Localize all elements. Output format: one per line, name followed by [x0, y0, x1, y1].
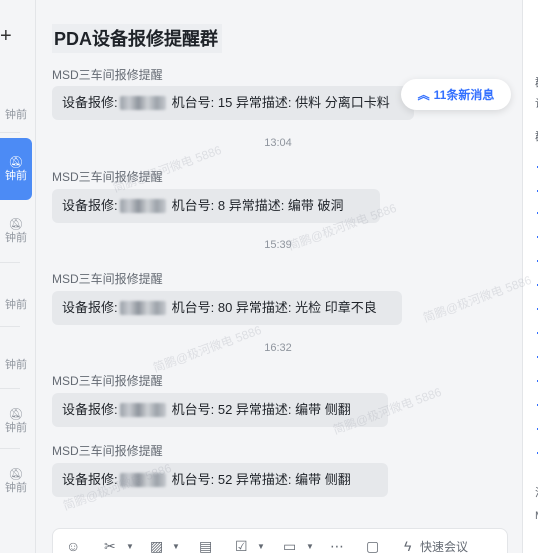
conversation-time: 钟前: [5, 482, 27, 494]
mute-bell-icon: 🔕︎: [8, 467, 24, 481]
chat-title[interactable]: PDA设备报修提醒群: [52, 24, 223, 53]
watermark: 简鹏@极河微电 5886: [421, 272, 534, 326]
time-separator: 15:39: [264, 239, 292, 251]
message-sender[interactable]: MSD三车间报修提醒: [52, 168, 163, 185]
mute-bell-icon: 🔕︎: [8, 155, 24, 169]
message-text: 设备报修:: [62, 472, 118, 487]
message-text: 机台号: 8 异常描述: 编带 破洞: [171, 198, 344, 213]
add-icon[interactable]: +: [0, 22, 14, 50]
image-icon[interactable]: ▨: [150, 538, 163, 553]
chevron-down-icon[interactable]: ▼: [172, 542, 180, 551]
mute-bell-icon: 🔕︎: [8, 217, 24, 231]
emoji-icon[interactable]: ☺: [66, 538, 80, 553]
conversation-time: 钟前: [5, 170, 27, 182]
message-sender[interactable]: MSD三车间报修提醒: [52, 270, 163, 287]
redacted-name: [119, 472, 166, 487]
conversation-item[interactable]: 🔕︎ 钟前: [0, 450, 32, 512]
chevron-down-icon[interactable]: ▼: [306, 542, 314, 551]
message-text: 机台号: 15 异常描述: 供料 分离口卡料: [171, 95, 390, 110]
conversation-item[interactable]: 钟前: [0, 334, 32, 396]
conversation-list-strip: + 钟前 🔕︎ 钟前 🔕︎ 钟前 钟前 钟前 🔕︎ 钟前 🔕︎ 钟前: [0, 0, 36, 553]
message-bubble[interactable]: 设备报修: 机台号: 52 异常描述: 编带 侧翻: [52, 463, 388, 497]
message-text: 机台号: 80 异常描述: 光检 印章不良: [171, 300, 377, 315]
message-bubble[interactable]: 设备报修: 机台号: 15 异常描述: 供料 分离口卡料: [52, 86, 414, 120]
message-text: 设备报修:: [62, 95, 118, 110]
message-text: 设备报修:: [62, 300, 118, 315]
more-icon[interactable]: ⋯: [330, 538, 344, 553]
divider: [0, 132, 20, 133]
conversation-time: 钟前: [5, 109, 27, 121]
conversation-time: 钟前: [5, 232, 27, 244]
message-text: 设备报修:: [62, 402, 118, 417]
conversation-time: 钟前: [5, 359, 27, 371]
time-separator: 16:32: [264, 342, 292, 354]
conversation-item[interactable]: 🔕︎ 钟前: [0, 200, 32, 262]
redacted-name: [119, 300, 166, 315]
chevron-down-icon[interactable]: ▼: [257, 542, 265, 551]
chevron-down-icon[interactable]: ▼: [126, 542, 134, 551]
right-side-panel: 群 设 群 消 M: [522, 0, 538, 553]
divider: [0, 262, 20, 263]
calendar-icon[interactable]: ▢: [366, 538, 379, 553]
divider: [0, 326, 20, 327]
conversation-time: 钟前: [5, 299, 27, 311]
conversation-time: 钟前: [5, 422, 27, 434]
redacted-name: [119, 95, 166, 110]
divider: [0, 448, 20, 449]
conversation-item-active[interactable]: 🔕︎ 钟前: [0, 138, 32, 200]
message-text: 机台号: 52 异常描述: 编带 侧翻: [171, 402, 351, 417]
message-bubble[interactable]: 设备报修: 机台号: 8 异常描述: 编带 破洞: [52, 189, 380, 223]
redacted-name: [119, 198, 166, 213]
double-chevron-up-icon: ︽: [417, 88, 430, 102]
mute-bell-icon: 🔕︎: [8, 407, 24, 421]
message-bubble[interactable]: 设备报修: 机台号: 80 异常描述: 光检 印章不良: [52, 291, 402, 325]
message-sender[interactable]: MSD三车间报修提醒: [52, 372, 163, 389]
document-icon[interactable]: ▤: [199, 538, 212, 553]
divider: [0, 388, 20, 389]
scissors-icon[interactable]: ✂: [104, 538, 116, 553]
message-text: 设备报修:: [62, 198, 118, 213]
lightning-icon[interactable]: ϟ: [404, 538, 411, 553]
conversation-item[interactable]: 🔕︎ 钟前: [0, 390, 32, 452]
message-text: 机台号: 52 异常描述: 编带 侧翻: [171, 472, 351, 487]
redacted-name: [119, 402, 166, 417]
task-icon[interactable]: ☑: [235, 538, 248, 553]
conversation-item[interactable]: 钟前: [0, 84, 32, 146]
new-messages-button[interactable]: ︽ 11条新消息: [401, 79, 511, 110]
quick-meeting-button[interactable]: 快速会议: [420, 538, 468, 553]
message-bubble[interactable]: 设备报修: 机台号: 52 异常描述: 编带 侧翻: [52, 393, 388, 427]
folder-icon[interactable]: ▭: [283, 538, 296, 553]
message-sender[interactable]: MSD三车间报修提醒: [52, 66, 163, 83]
new-messages-label: 11条新消息: [433, 88, 495, 102]
message-sender[interactable]: MSD三车间报修提醒: [52, 442, 163, 459]
time-separator: 13:04: [264, 137, 292, 149]
